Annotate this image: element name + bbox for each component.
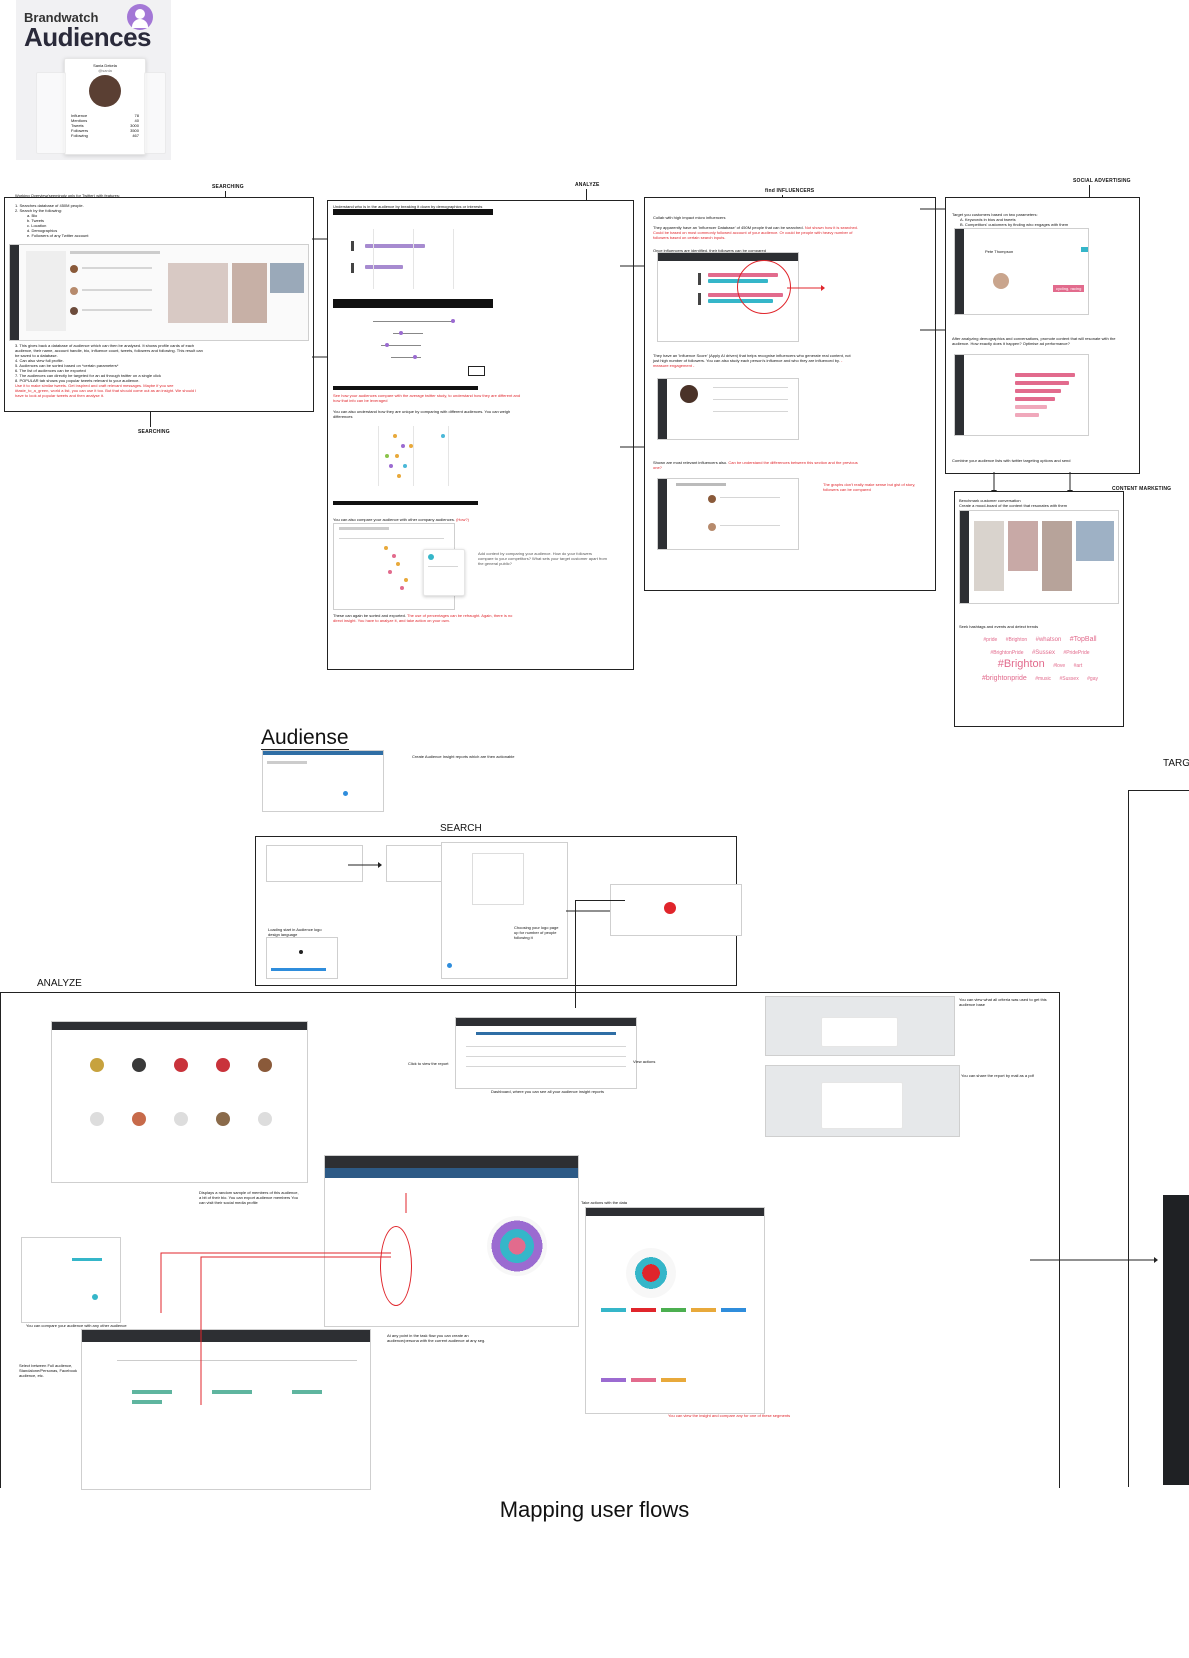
red-arrow-icon: [787, 285, 825, 291]
demographics-chart: [333, 219, 493, 299]
searching-red-note: Use it to make similar tweets. Get inspi…: [15, 383, 197, 398]
influencers-intro: Collab with high impact micro influencer…: [653, 215, 726, 220]
social-intro: Target you customers based on two parame…: [952, 212, 1069, 227]
comparison-dot-chart: [333, 311, 493, 386]
footer-title: Mapping user flows: [499, 1497, 690, 1522]
label-find-influencers: find INFLUENCERS: [765, 188, 815, 194]
search-screenshot: [9, 244, 309, 341]
searching-intro: Working Overview(seemingly only for Twit…: [15, 193, 120, 198]
sample-members-screenshot: [51, 1021, 308, 1183]
analyze-context-note: Add context by comparing your audience. …: [478, 551, 607, 566]
label-searching: SEARCHING: [212, 184, 244, 190]
influencers-frame: Collab with high impact micro influencer…: [644, 197, 936, 591]
click-report: Click to view the report: [408, 1061, 449, 1066]
analyze-weigh: You can also understand how they are uni…: [333, 409, 511, 419]
search-choose: Choosing your logo page up for number of…: [514, 925, 559, 940]
content-moodboard: Create a mood-board of the content that …: [959, 503, 1068, 508]
targeting-screenshot: Pete Thompson cycling, racing: [954, 228, 1089, 315]
influence-score: They have an 'Influence Score' (Apply AI…: [653, 353, 851, 368]
audiense-analyze-label: ANALYZE: [37, 978, 82, 989]
profile-handle: @sania: [98, 68, 112, 73]
searching-steps-top: 1. Searches database of 450M people. 2. …: [15, 203, 89, 238]
audiense-title: Audiense: [261, 726, 349, 749]
compare-audience-screenshot: [21, 1237, 121, 1323]
social-after: After analyzing demographics and convers…: [952, 336, 1116, 346]
influencers-graphs-red: The graphs don't really make sense but g…: [823, 482, 916, 492]
audiense-note: Create Audience Insight reports which ar…: [412, 754, 515, 759]
dashboard-note: Dashboard, where you can see all your au…: [491, 1089, 604, 1094]
stat-row: Influence 78 Mentions 40 Tweets 3000 Follow…: [71, 113, 139, 138]
compare-popup: [423, 549, 465, 596]
take-actions: Take actions with the data: [581, 1200, 628, 1205]
targ-label: TARG: [1163, 758, 1189, 769]
relevant-influencers-screenshot: [657, 478, 799, 550]
arrow-icon: [348, 862, 382, 868]
compare-note: You can compare your audience with any o…: [26, 1323, 127, 1328]
targeting-profile-name: Pete Thompson: [985, 249, 1014, 254]
social-combine: Combine your audience lists with twitter…: [952, 458, 1071, 463]
segment-screenshot: [585, 1207, 765, 1414]
label-analyze: ANALYZE: [575, 182, 600, 188]
searching-steps-bottom: 3. This gives back a database of audienc…: [15, 343, 205, 398]
select-note: Select between Full audience, Standalone…: [19, 1363, 78, 1378]
searching-frame: Working Overview(seemingly only for Twit…: [4, 193, 314, 412]
ad-performance-screenshot: [954, 354, 1089, 436]
audiense-analyze-frame: Displays a random sample of members of t…: [0, 992, 1060, 1490]
label-searching-bottom: SEARCHING: [138, 429, 170, 435]
avatar: [89, 75, 121, 107]
analyze-red-compare: See how your audiences compare with the …: [333, 393, 521, 403]
search-result-screenshot: [610, 884, 742, 936]
analyze-sorted: These can again be sorted and exported. …: [333, 613, 513, 623]
content-frame: Benchmark customer conversation Create a…: [954, 491, 1124, 727]
circle-highlight-icon: [737, 260, 791, 314]
criteria-screenshot: [765, 996, 955, 1056]
search-frame: Loading start in Audience logo design la…: [255, 836, 742, 986]
analyze-frame: Understand who is in the audience by bre…: [327, 200, 634, 670]
arrow-icon: [566, 908, 614, 914]
profile-card: Sania Dekela @sania Influence 78 Mentions…: [64, 58, 146, 155]
share-screenshot: [765, 1065, 960, 1137]
moodboard-screenshot: [959, 510, 1119, 604]
label-social-advertising: SOCIAL ADVERTISING: [1073, 178, 1131, 184]
analyze-compare-other: You can also compare your audience with …: [333, 517, 469, 522]
targeting-tag: cycling, racing: [1053, 285, 1085, 292]
dashboard-screenshot: [455, 1017, 637, 1089]
search-login: Loading start in Audience logo design la…: [268, 927, 322, 937]
red-connector: [160, 1193, 407, 1405]
view-actions: View actions: [633, 1059, 656, 1064]
arrow-icon: [1030, 1257, 1158, 1263]
insights-red: You can view the insight and compare any…: [668, 1413, 791, 1418]
user-circle-icon: [127, 4, 153, 30]
criteria-note: You can view what all criteria was used …: [959, 997, 1047, 1007]
brandwatch-header: Brandwatch Audiences Sania Dekela @sania…: [16, 0, 171, 160]
social-frame: Target you customers based on two parame…: [945, 197, 1140, 474]
hashtag-cloud: #pride #Brighton #whatson #TopBall #Brig…: [982, 636, 1098, 682]
audiense-screenshot: [262, 750, 384, 812]
multi-dot-chart: [333, 426, 493, 501]
search-label: SEARCH: [440, 823, 482, 834]
share-note: You can share the report by mail as a pd…: [961, 1073, 1034, 1078]
influencers-shown: Shown are most relevant influencers also…: [653, 460, 858, 470]
influencers-database: They apparently have an 'Influencer Data…: [653, 225, 859, 240]
influence-score-screenshot: [657, 378, 799, 440]
